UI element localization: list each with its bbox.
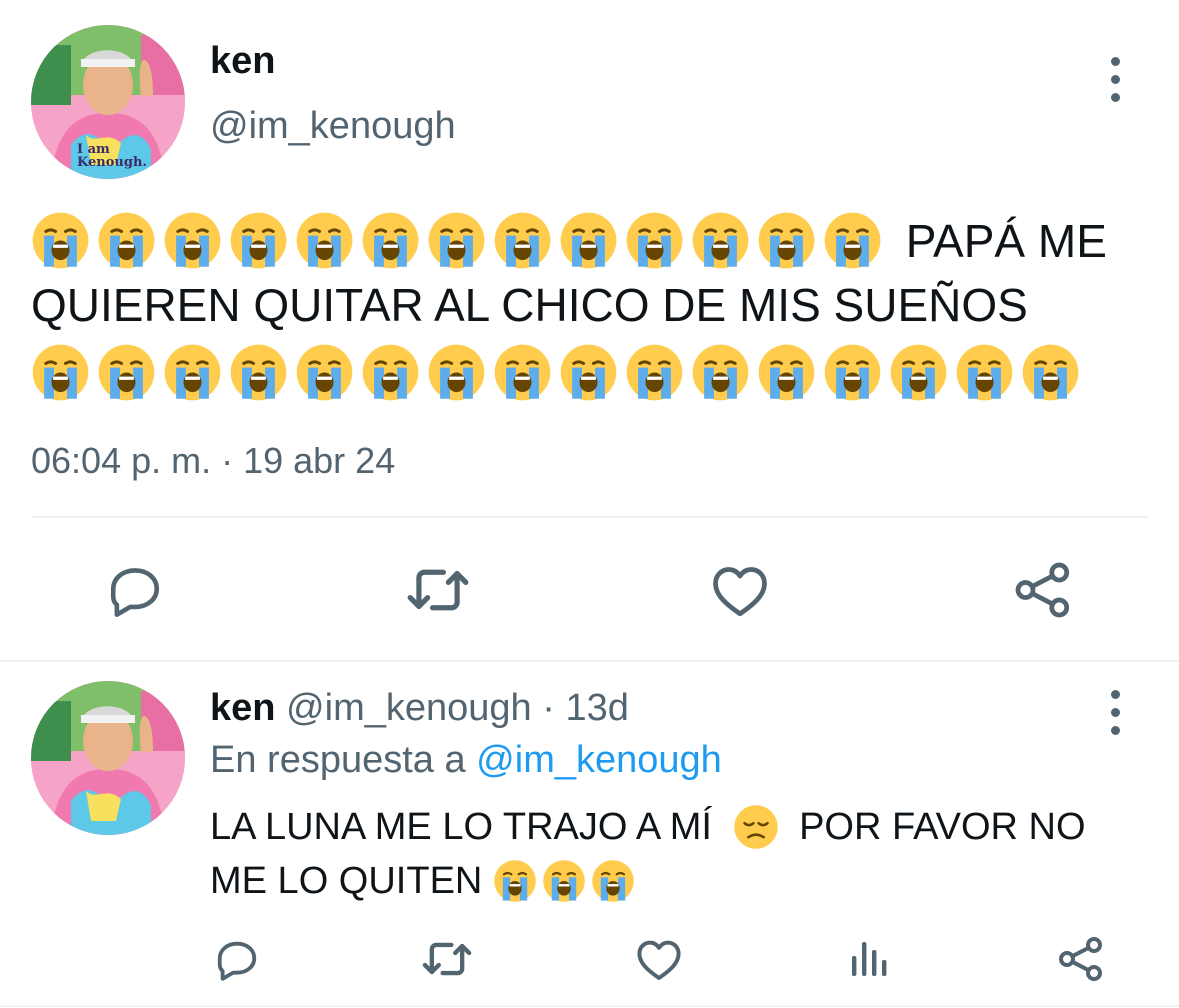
disappointed-face-emoji [723, 804, 789, 849]
reply-icon[interactable] [214, 937, 260, 983]
retweet-icon[interactable] [405, 560, 471, 620]
disappointed-face-emoji [733, 805, 778, 849]
loudly-crying-face-emoji [494, 212, 551, 269]
like-icon[interactable] [710, 561, 770, 619]
loudly-crying-face-emoji [592, 860, 634, 902]
reply-icon[interactable] [106, 562, 164, 620]
divider [31, 516, 1148, 518]
loudly-crying-face-emoji [428, 212, 485, 269]
crying-emoji-group [31, 211, 889, 269]
loudly-crying-face-emoji [692, 212, 749, 269]
replying-to-link[interactable]: @im_kenough [476, 739, 722, 781]
like-icon[interactable] [635, 936, 683, 982]
loudly-crying-face-emoji [494, 860, 536, 902]
loudly-crying-face-emoji [494, 344, 551, 401]
loudly-crying-face-emoji [560, 212, 617, 269]
author-name[interactable]: ken [210, 39, 275, 83]
avatar[interactable]: I am Kenough. [31, 25, 185, 179]
loudly-crying-face-emoji [98, 212, 155, 269]
views-icon[interactable] [850, 938, 890, 978]
loudly-crying-face-emoji [362, 212, 419, 269]
loudly-crying-face-emoji [164, 344, 221, 401]
loudly-crying-face-emoji [626, 212, 683, 269]
loudly-crying-face-emoji [428, 344, 485, 401]
replying-to: En respuesta a @im_kenough [210, 738, 722, 782]
reply-text-line-2: ME LO QUITEN [210, 853, 1086, 907]
separator-dot: · [542, 687, 555, 729]
replying-prefix: En respuesta a [210, 739, 466, 781]
loudly-crying-face-emoji [626, 344, 683, 401]
loudly-crying-face-emoji [32, 344, 89, 401]
loudly-crying-face-emoji [230, 212, 287, 269]
loudly-crying-face-emoji [98, 344, 155, 401]
loudly-crying-face-emoji [296, 212, 353, 269]
more-options-icon[interactable] [1105, 690, 1125, 735]
divider [0, 1005, 1179, 1007]
loudly-crying-face-emoji [890, 344, 947, 401]
loudly-crying-face-emoji [824, 344, 881, 401]
more-options-icon[interactable] [1105, 57, 1125, 102]
loudly-crying-face-emoji [362, 344, 419, 401]
loudly-crying-face-emoji [560, 344, 617, 401]
loudly-crying-face-emoji [543, 860, 585, 902]
avatar[interactable]: @im_kenough [31, 681, 185, 835]
author-handle[interactable]: @im_kenough [286, 687, 532, 729]
loudly-crying-face-emoji [956, 344, 1013, 401]
loudly-crying-face-emoji [1022, 344, 1079, 401]
retweet-icon[interactable] [421, 935, 473, 983]
author-handle[interactable]: @im_kenough [210, 104, 456, 148]
crying-emoji-group [493, 858, 640, 902]
author-name[interactable]: ken [210, 687, 275, 729]
avatar-image [31, 681, 185, 835]
crying-emoji-group [31, 337, 1156, 402]
loudly-crying-face-emoji [296, 344, 353, 401]
tweet-timestamp[interactable]: 06:04 p. m. · 19 abr 24 [31, 440, 395, 482]
tweet-text-part-1: PAPÁ ME [905, 214, 1107, 267]
reply-text-part-2: POR FAVOR NO [799, 805, 1086, 848]
loudly-crying-face-emoji [824, 212, 881, 269]
share-icon[interactable] [1057, 935, 1105, 983]
loudly-crying-face-emoji [230, 344, 287, 401]
reply-text-part-3: ME LO QUITEN [210, 859, 483, 902]
reply-text: LA LUNA ME LO TRAJO A MÍ POR FAVOR NO ME… [210, 799, 1086, 907]
avatar-caption: I am Kenough. [77, 142, 147, 170]
tweet-text-line-2: QUIEREN QUITAR AL CHICO DE MIS SUEÑOS [31, 278, 1028, 331]
tweet-text-line-1: PAPÁ ME [31, 205, 1156, 273]
tweet-text: PAPÁ ME QUIEREN QUITAR AL CHICO DE MIS S… [31, 205, 1156, 402]
loudly-crying-face-emoji [758, 212, 815, 269]
loudly-crying-face-emoji [758, 344, 815, 401]
reply-header: ken @im_kenough · 13d [210, 686, 629, 730]
reply-text-part-1: LA LUNA ME LO TRAJO A MÍ [210, 805, 712, 848]
share-icon[interactable] [1013, 560, 1073, 620]
loudly-crying-face-emoji [692, 344, 749, 401]
loudly-crying-face-emoji [32, 212, 89, 269]
tweet-separator [0, 660, 1179, 662]
reply-text-line-1: LA LUNA ME LO TRAJO A MÍ POR FAVOR NO [210, 799, 1086, 853]
loudly-crying-face-emoji [164, 212, 221, 269]
tweet-age[interactable]: 13d [565, 687, 628, 729]
